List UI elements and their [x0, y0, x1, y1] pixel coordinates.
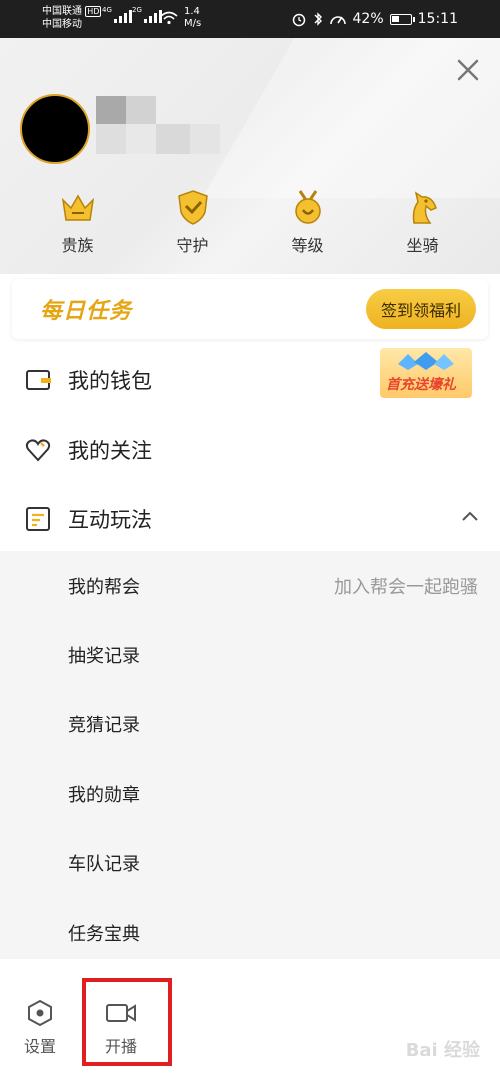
guild-hint: 加入帮会一起跑骚 — [334, 577, 478, 598]
status-right: 42% 15:11 — [291, 0, 500, 38]
submenu-item-guild[interactable]: 我的帮会 加入帮会一起跑骚 — [0, 551, 500, 620]
diamond-gems-icon — [398, 352, 454, 370]
crown-icon — [61, 194, 94, 221]
battery-icon — [389, 13, 415, 25]
horse-icon — [412, 191, 437, 224]
carrier-info: 中国联通 HD 中国移动 — [42, 5, 102, 31]
daily-task-title: 每日任务 — [40, 299, 133, 324]
carrier-1: 中国联通 — [42, 6, 82, 17]
signal-1-icon: 4G — [102, 6, 132, 23]
alarm-icon — [292, 13, 305, 27]
badge-level[interactable]: 等级 — [263, 188, 353, 256]
settings-hexagon-icon — [28, 999, 52, 1027]
interactive-submenu: 我的帮会 加入帮会一起跑骚 抽奖记录 竞猜记录 我的勋章 车队记录 任务宝典 — [0, 551, 500, 959]
badge-row: 贵族 守护 等级 坐骑 — [20, 188, 480, 256]
net-speed: 1.4 M/s — [184, 6, 202, 29]
carrier-2: 中国移动 — [42, 19, 82, 30]
watermark: Bai 经验 — [405, 1040, 480, 1061]
username-blurred — [96, 96, 224, 156]
settings-button[interactable]: 设置 — [5, 999, 75, 1057]
chevron-up-icon[interactable] — [462, 511, 478, 521]
submenu-item-task-guide[interactable]: 任务宝典 — [0, 898, 500, 967]
wifi-icon — [160, 11, 178, 25]
close-icon[interactable] — [454, 56, 482, 84]
daily-task-card[interactable]: 每日任务 签到领福利 — [12, 279, 488, 339]
battery-percent: 42% — [352, 11, 384, 27]
first-recharge-promo[interactable]: 首充送壕礼 — [380, 348, 472, 398]
list-icon — [26, 507, 50, 531]
clock: 15:11 — [417, 11, 458, 27]
submenu-item-fleet-record[interactable]: 车队记录 — [0, 828, 500, 897]
profile-header: 贵族 守护 等级 坐骑 — [0, 38, 500, 274]
submenu-item-medals[interactable]: 我的勋章 — [0, 759, 500, 828]
signal-2-icon: 2G — [132, 6, 162, 23]
heart-icon — [25, 439, 51, 462]
wallet-icon — [26, 370, 51, 390]
menu-item-wallet[interactable]: 我的钱包 首充送壕礼 — [0, 344, 500, 414]
speedometer-icon — [329, 16, 346, 25]
avatar[interactable] — [20, 94, 90, 164]
shield-icon — [177, 190, 208, 225]
badge-mount[interactable]: 坐骑 — [378, 188, 468, 256]
level-medal-icon — [294, 190, 321, 224]
menu-item-interactive[interactable]: 互动玩法 — [0, 483, 500, 553]
bottom-bar: 设置 开播 Bai 经验 — [0, 959, 500, 1084]
submenu-item-guess-record[interactable]: 竞猜记录 — [0, 689, 500, 758]
badge-nobility[interactable]: 贵族 — [33, 188, 123, 256]
menu-item-following[interactable]: 我的关注 — [0, 414, 500, 484]
hd-tag: HD — [85, 6, 102, 17]
badge-guard[interactable]: 守护 — [148, 188, 238, 256]
checkin-reward-button[interactable]: 签到领福利 — [366, 289, 476, 329]
annotation-highlight-box — [82, 978, 172, 1066]
bluetooth-icon — [314, 12, 322, 26]
status-bar: 中国联通 HD 中国移动 4G 2G 1.4 M/s 42% 15:11 — [0, 0, 500, 38]
submenu-item-lottery-record[interactable]: 抽奖记录 — [0, 620, 500, 689]
